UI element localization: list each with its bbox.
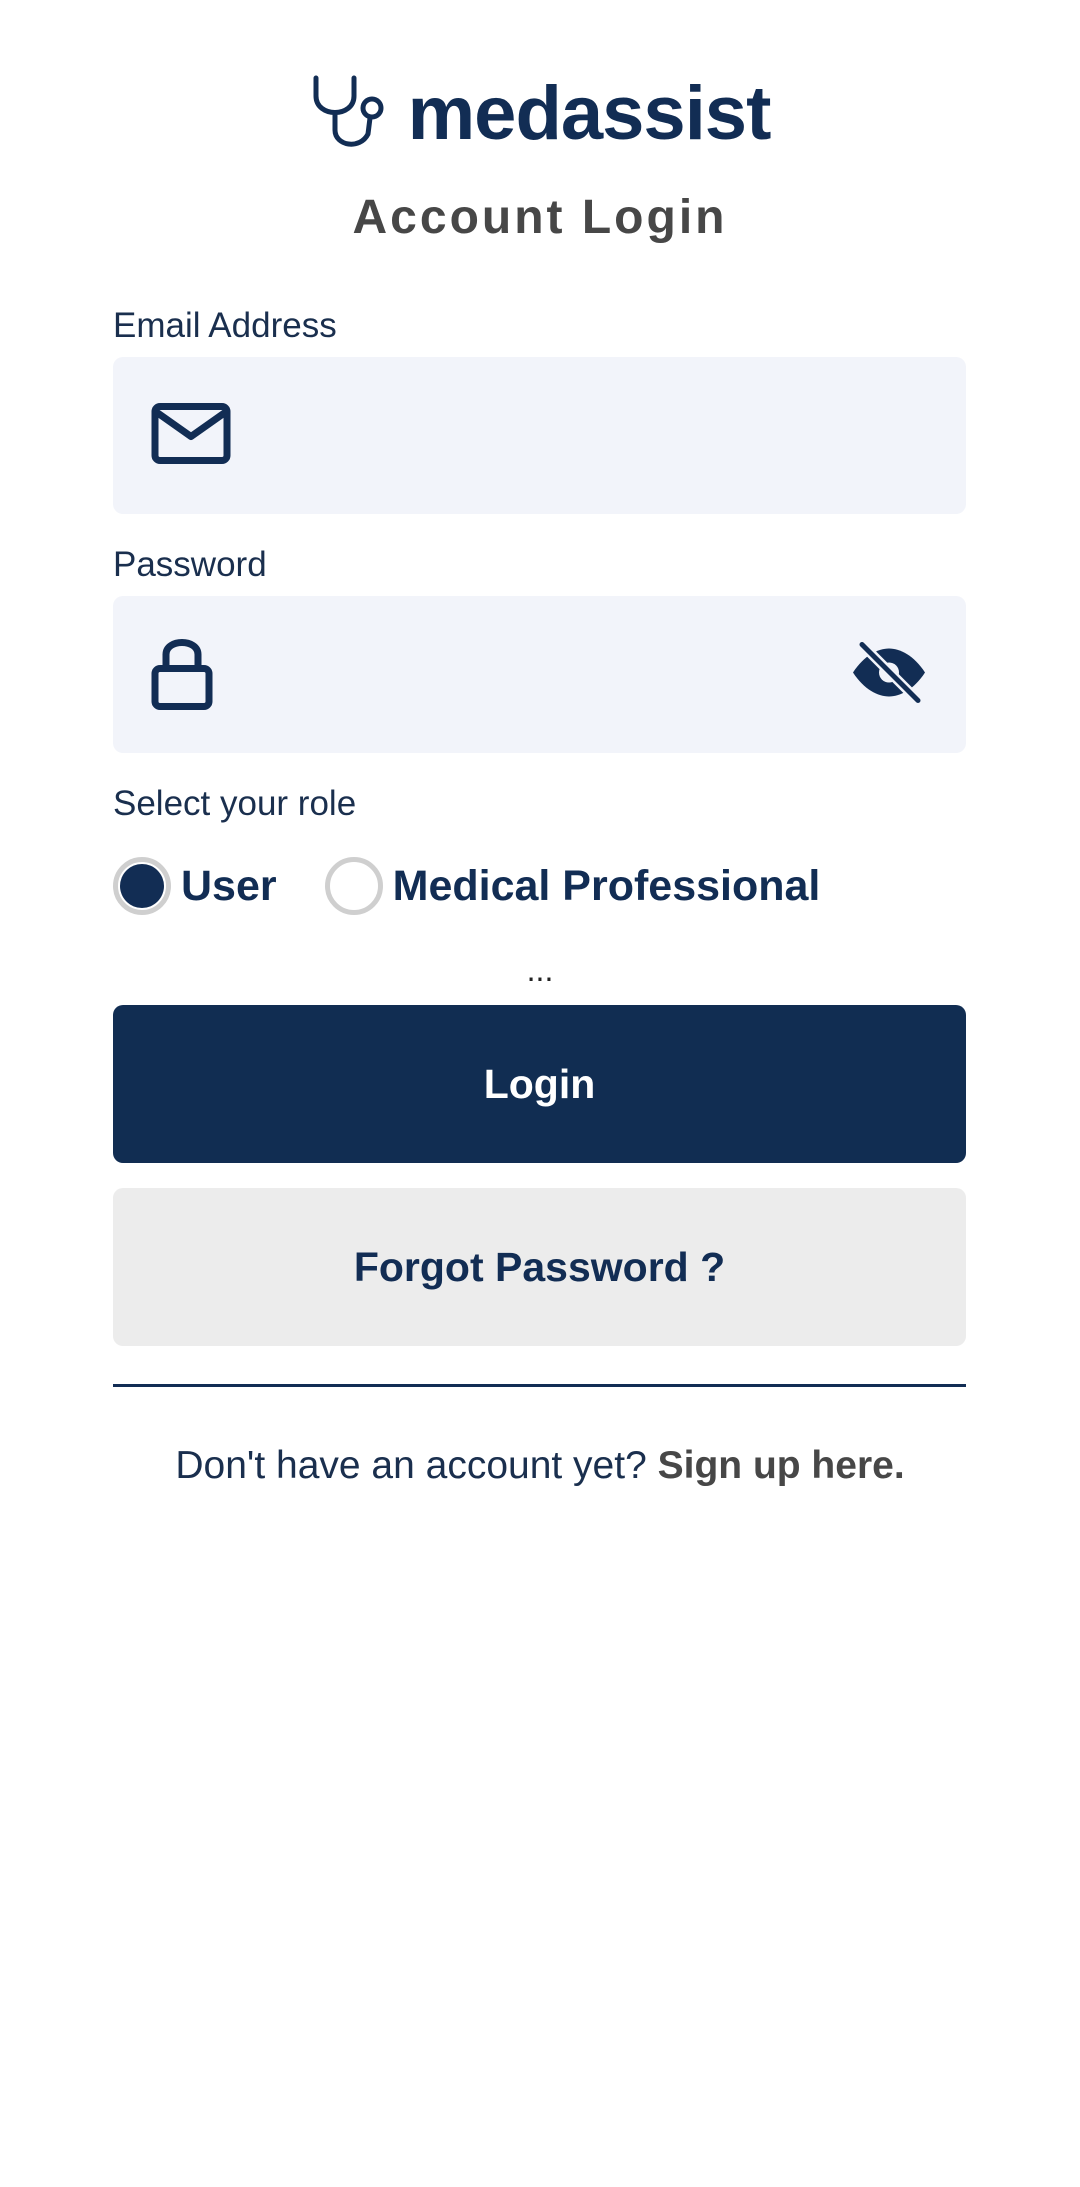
mail-icon [151, 402, 231, 469]
divider [113, 1384, 966, 1387]
radio-unselected[interactable] [324, 857, 383, 915]
forgot-password-button[interactable]: Forgot Password ? [113, 1188, 966, 1346]
role-option-user[interactable]: User [113, 857, 277, 915]
role-option-label: Medical Professional [392, 861, 821, 910]
email-input[interactable] [243, 357, 827, 516]
password-field[interactable] [113, 596, 966, 755]
signup-link[interactable]: Sign up here. [658, 1444, 905, 1487]
lock-icon [151, 634, 213, 715]
signup-prompt-text: Don't have an account yet? [175, 1444, 647, 1487]
role-label: Select your role [113, 784, 357, 823]
eye-off-icon[interactable] [850, 639, 928, 708]
brand-name-part1: med [407, 71, 562, 156]
password-label: Password [113, 545, 267, 584]
radio-dot [120, 864, 164, 908]
brand-name-part2: assist [560, 71, 771, 156]
signup-prompt: Don't have an account yet? Sign up here. [0, 1444, 1080, 1488]
radio-selected[interactable] [113, 857, 171, 915]
stethoscope-icon [310, 74, 386, 154]
page-title: Account Login [352, 191, 728, 244]
role-option-medical-professional[interactable]: Medical Professional [324, 857, 821, 915]
brand-logo: medassist [0, 64, 1080, 164]
brand-name: medassist [408, 76, 772, 152]
status-ellipsis: ... [526, 952, 554, 988]
role-radio-group: User Medical Professional [113, 852, 868, 920]
email-field[interactable] [113, 357, 966, 516]
role-option-label: User [181, 861, 277, 910]
login-button[interactable]: Login [113, 1005, 966, 1163]
email-label: Email Address [113, 306, 337, 345]
password-input[interactable] [243, 596, 827, 755]
